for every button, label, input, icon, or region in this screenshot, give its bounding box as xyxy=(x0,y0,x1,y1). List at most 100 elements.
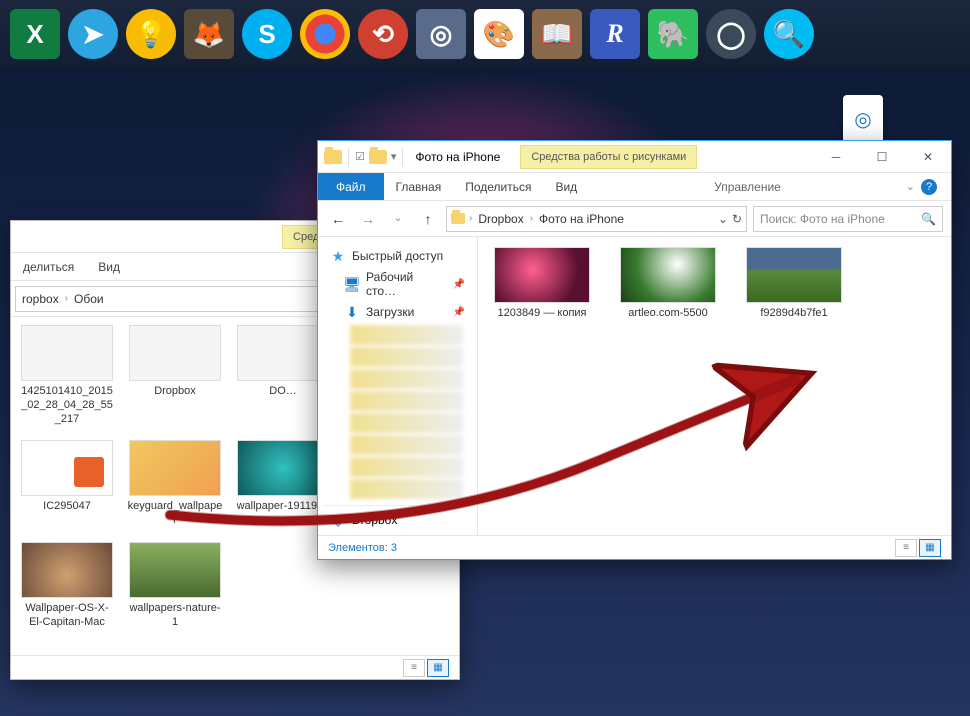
task-chrome[interactable] xyxy=(300,9,350,59)
pin-icon: 📌 xyxy=(453,307,465,318)
thumbnail xyxy=(21,542,113,598)
desktop-icon: 🖥 xyxy=(344,276,360,292)
thumbnail xyxy=(746,247,842,303)
file-label: Dropbox xyxy=(154,385,196,399)
context-tab-label[interactable]: Средства работы с рисунками xyxy=(520,145,697,169)
file-item[interactable]: wallpapers-nature-1 xyxy=(127,542,223,630)
pin-icon: 📌 xyxy=(453,279,465,290)
task-r-app[interactable]: R xyxy=(590,9,640,59)
task-search[interactable]: 🔍 xyxy=(764,9,814,59)
tab-file[interactable]: Файл xyxy=(318,173,384,200)
help-icon[interactable]: ? xyxy=(921,179,937,195)
qa-menu-icon[interactable]: ▾ xyxy=(391,150,397,163)
star-icon: ★ xyxy=(330,248,346,264)
file-label: wallpapers-nature-1 xyxy=(127,602,223,630)
view-details-btn[interactable]: ≡ xyxy=(403,659,425,677)
task-dvd[interactable]: ⟲ xyxy=(358,9,408,59)
sidebar-dropbox[interactable]: ◈ Dropbox xyxy=(322,505,473,534)
search-icon[interactable]: 🔍 xyxy=(921,212,936,226)
qa-check-icon[interactable]: ☑ xyxy=(355,150,365,163)
task-evernote[interactable]: 🐘 xyxy=(648,9,698,59)
tab-manage[interactable]: Управление xyxy=(694,180,801,194)
file-label: wallpaper-1911991 xyxy=(237,500,330,514)
recent-dropdown[interactable]: ⌄ xyxy=(386,207,410,231)
task-lens[interactable]: ◯ xyxy=(706,9,756,59)
file-item[interactable]: f9289d4b7fe1 xyxy=(744,247,844,321)
maximize-button[interactable]: ☐ xyxy=(859,142,905,172)
front-statusbar: Элементов: 3 ≡ ▦ xyxy=(318,535,951,559)
thumbnail xyxy=(129,325,221,381)
front-breadcrumb[interactable]: › Dropbox › Фото на iPhone ⌄↻ xyxy=(446,206,747,232)
front-titlebar[interactable]: ☑ ▾ Фото на iPhone Средства работы с рис… xyxy=(318,141,951,173)
sidebar-blur-6 xyxy=(350,435,463,455)
front-body: ★ Быстрый доступ 🖥 Рабочий сто… 📌 ⬇ Загр… xyxy=(318,237,951,535)
up-button[interactable]: ↑ xyxy=(416,207,440,231)
thumbnail xyxy=(129,542,221,598)
crumb-0[interactable]: ropbox xyxy=(20,292,61,306)
crumb-sep: › xyxy=(65,293,68,304)
file-item[interactable]: keyguard_wallpaper xyxy=(127,440,223,528)
file-item[interactable]: Wallpaper-OS-X-El-Capitan-Mac xyxy=(19,542,115,630)
task-keep[interactable]: 💡 xyxy=(126,9,176,59)
tab-share[interactable]: Поделиться xyxy=(453,173,543,200)
sidebar-downloads[interactable]: ⬇ Загрузки 📌 xyxy=(322,301,473,323)
back-tab-view[interactable]: Вид xyxy=(86,253,132,280)
file-label: Wallpaper-OS-X-El-Capitan-Mac xyxy=(19,602,115,630)
tab-home[interactable]: Главная xyxy=(384,173,454,200)
back-statusbar: ≡ ▦ xyxy=(11,655,459,679)
front-content: 1203849 — копия artleo.com-5500 f9289d4b7f… xyxy=(478,237,951,535)
download-icon: ⬇ xyxy=(344,304,360,320)
folder-icon-2[interactable] xyxy=(369,150,387,164)
forward-button[interactable]: → xyxy=(356,207,380,231)
file-label: IC295047 xyxy=(43,500,91,514)
thumbnail xyxy=(620,247,716,303)
crumb-dropbox[interactable]: Dropbox xyxy=(476,212,525,226)
back-tab-share[interactable]: делиться xyxy=(11,253,86,280)
view-icons-btn[interactable]: ▦ xyxy=(427,659,449,677)
breadcrumb-folder-icon xyxy=(451,213,465,224)
sidebar-blur-3 xyxy=(350,369,463,389)
addr-dropdown-icon[interactable]: ⌄ xyxy=(718,212,728,226)
thumbnail xyxy=(21,325,113,381)
file-item[interactable]: 1203849 — копия xyxy=(492,247,592,321)
file-item[interactable]: artleo.com-5500 xyxy=(618,247,718,321)
tab-view[interactable]: Вид xyxy=(543,173,589,200)
desktop-file-icon[interactable]: ◎ xyxy=(838,95,888,143)
front-ribbon: Файл Главная Поделиться Вид Управление ⌄… xyxy=(318,173,951,201)
thumbnail xyxy=(494,247,590,303)
task-paint[interactable]: 🎨 xyxy=(474,9,524,59)
crumb-photo[interactable]: Фото на iPhone xyxy=(537,212,626,226)
close-button[interactable]: ✕ xyxy=(905,142,951,172)
task-excel[interactable]: X xyxy=(10,9,60,59)
file-item[interactable]: IC295047 xyxy=(19,440,115,528)
thumbnail xyxy=(129,440,221,496)
back-button[interactable]: ← xyxy=(326,207,350,231)
collapse-ribbon-icon[interactable]: ⌄ xyxy=(906,180,915,193)
task-skype[interactable]: S xyxy=(242,9,292,59)
dropbox-icon: ◈ xyxy=(330,512,346,528)
sidebar-blur-8 xyxy=(350,479,463,499)
file-item[interactable]: Dropbox xyxy=(127,325,223,426)
sidebar-blur-1 xyxy=(350,325,463,345)
thumbnail xyxy=(237,440,329,496)
sidebar-desktop[interactable]: 🖥 Рабочий сто… 📌 xyxy=(322,267,473,301)
file-label: 1425101410_2015_02_28_04_28_55_217 xyxy=(19,385,115,426)
minimize-button[interactable]: ─ xyxy=(813,142,859,172)
sidebar-blur-7 xyxy=(350,457,463,477)
crumb-1[interactable]: Обои xyxy=(72,292,106,306)
explorer-window-front: ☑ ▾ Фото на iPhone Средства работы с рис… xyxy=(317,140,952,560)
task-reader[interactable]: 📖 xyxy=(532,9,582,59)
task-gimp[interactable]: 🦊 xyxy=(184,9,234,59)
task-app8[interactable]: ◎ xyxy=(416,9,466,59)
file-item[interactable]: 1425101410_2015_02_28_04_28_55_217 xyxy=(19,325,115,426)
sidebar-blur-5 xyxy=(350,413,463,433)
sidebar-quick-access[interactable]: ★ Быстрый доступ xyxy=(322,245,473,267)
view-details-btn[interactable]: ≡ xyxy=(895,539,917,557)
sidebar-blur-2 xyxy=(350,347,463,367)
sidebar: ★ Быстрый доступ 🖥 Рабочий сто… 📌 ⬇ Загр… xyxy=(318,237,478,535)
task-telegram[interactable]: ➤ xyxy=(68,9,118,59)
refresh-icon[interactable]: ↻ xyxy=(732,212,742,226)
search-input[interactable]: Поиск: Фото на iPhone 🔍 xyxy=(753,206,943,232)
front-address-row: ← → ⌄ ↑ › Dropbox › Фото на iPhone ⌄↻ По… xyxy=(318,201,951,237)
view-icons-btn[interactable]: ▦ xyxy=(919,539,941,557)
